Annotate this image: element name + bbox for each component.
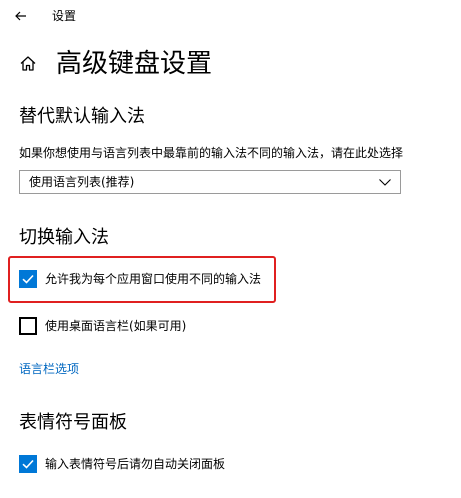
emoji-auto-close-checkbox[interactable]	[19, 455, 37, 473]
default-input-dropdown[interactable]: 使用语言列表(推荐)	[19, 170, 401, 194]
dropdown-selected-value: 使用语言列表(推荐)	[29, 175, 135, 189]
home-icon	[20, 56, 36, 71]
checkmark-icon	[22, 459, 34, 469]
emoji-auto-close-checkbox-row[interactable]: 输入表情符号后请勿自动关闭面板	[19, 455, 239, 477]
checkmark-icon	[22, 274, 34, 284]
settings-page: 设置 高级键盘设置 替代默认输入法 如果你想使用与语言列表中最靠前的输入法不同的…	[0, 0, 461, 498]
chevron-down-icon	[379, 179, 391, 186]
per-app-input-label: 允许我为每个应用窗口使用不同的输入法	[45, 272, 262, 286]
switch-input-heading: 切换输入法	[19, 227, 109, 248]
back-button[interactable]	[10, 6, 32, 26]
per-app-input-checkbox-row[interactable]: 允许我为每个应用窗口使用不同的输入法	[19, 270, 269, 292]
title-bar: 设置	[0, 0, 461, 32]
desktop-language-bar-checkbox[interactable]	[19, 317, 37, 335]
arrow-left-icon	[15, 11, 26, 21]
default-input-heading: 替代默认输入法	[19, 106, 145, 127]
emoji-panel-heading: 表情符号面板	[19, 412, 127, 433]
desktop-language-bar-label: 使用桌面语言栏(如果可用)	[45, 319, 187, 333]
window-title: 设置	[52, 9, 77, 23]
desktop-language-bar-checkbox-row[interactable]: 使用桌面语言栏(如果可用)	[19, 317, 199, 339]
per-app-input-checkbox[interactable]	[19, 270, 37, 288]
emoji-auto-close-label: 输入表情符号后请勿自动关闭面板	[45, 457, 226, 471]
page-title: 高级键盘设置	[56, 49, 213, 79]
default-input-description: 如果你想使用与语言列表中最靠前的输入法不同的输入法，请在此处选择	[19, 146, 404, 160]
language-bar-options-link[interactable]: 语言栏选项	[19, 361, 79, 377]
